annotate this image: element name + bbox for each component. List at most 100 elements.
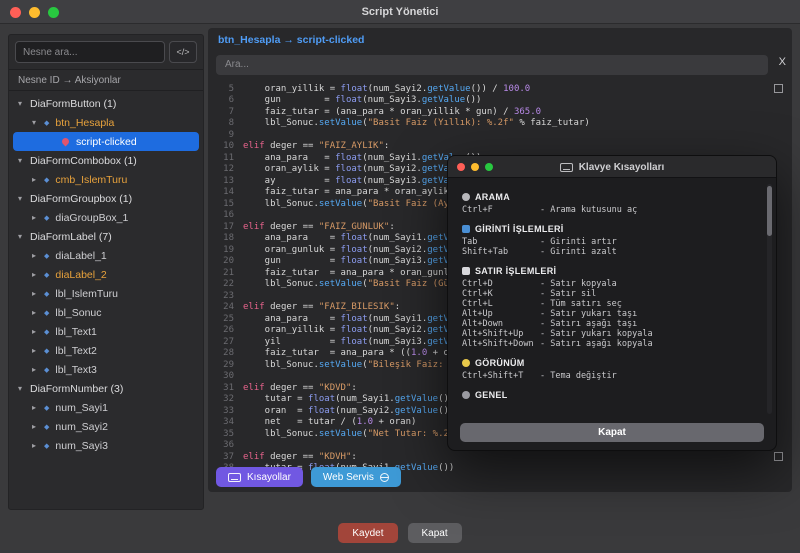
tree-item[interactable]: ▾DiaFormButton (1) [9,94,203,113]
tree-item[interactable]: ▸◆lbl_Text1 [9,322,203,341]
modal-minimize-window-button[interactable] [471,163,479,171]
code-line[interactable]: 5 oran_yillik = float(num_Sayi2.getValue… [216,84,784,96]
tree-item[interactable]: ▸◆diaGroupBox_1 [9,208,203,227]
close-button[interactable]: Kapat [408,523,462,543]
tree-item-label: script-clicked [76,136,137,148]
line-number: 25 [216,314,234,326]
tree-item-label: diaLabel_2 [55,269,106,281]
caret-right-icon[interactable]: ▸ [32,308,44,317]
caret-down-icon[interactable]: ▾ [18,384,30,393]
close-editor-button[interactable]: X [779,56,786,68]
line-number: 7 [216,107,234,119]
shortcut-row: Alt+Shift+Down- Satırı aşağı kopyala [462,339,760,349]
scrollbar-thumb[interactable] [767,186,772,236]
tree-item[interactable]: script-clicked [13,132,199,151]
checkbox-bottom[interactable] [774,452,783,461]
code-line[interactable]: 6 gun = float(num_Sayi3.getValue()) [216,95,784,107]
tree-item[interactable]: ▸◆lbl_IslemTuru [9,284,203,303]
tree-item[interactable]: ▸◆num_Sayi2 [9,417,203,436]
caret-right-icon[interactable]: ▸ [32,403,44,412]
save-button[interactable]: Kaydet [338,523,397,543]
tree-item[interactable]: ▸◆lbl_Sonuc [9,303,203,322]
checkbox-top[interactable] [774,84,783,93]
tree-item[interactable]: ▸◆ diaLabel_2 [9,265,203,284]
tree-item[interactable]: ▸◆lbl_Text2 [9,341,203,360]
shortcut-row: Alt+Shift+Up- Satır yukarı kopyala [462,329,760,339]
caret-right-icon[interactable]: ▸ [32,175,44,184]
line-number: 35 [216,429,234,441]
tree-item[interactable]: ▸◆lbl_Text3 [9,360,203,379]
caret-down-icon[interactable]: ▾ [32,118,44,127]
modal-close-window-button[interactable] [457,163,465,171]
line-number: 17 [216,222,234,234]
shortcut-row: Ctrl+D- Satır kopyala [462,279,760,289]
tree-item-label: num_Sayi1 [55,402,108,414]
zoom-window-button[interactable] [48,7,59,18]
shortcuts-button[interactable]: Kısayollar [216,467,303,487]
tree-item[interactable]: ▾DiaFormLabel (7) [9,227,203,246]
line-number: 33 [216,406,234,418]
code-line[interactable]: 9 [216,130,784,142]
tree-item-label: lbl_Text2 [55,345,96,357]
tree-item[interactable]: ▸◆cmb_IslemTuru [9,170,203,189]
editor-search-row: X [216,54,784,75]
code-line[interactable]: 8 lbl_Sonuc.setValue("Basit Faiz (Yıllık… [216,118,784,130]
caret-down-icon[interactable]: ▾ [18,232,30,241]
tree-item[interactable]: ▾DiaFormGroupbox (1) [9,189,203,208]
web-service-button[interactable]: Web Servis [311,467,401,487]
line-number: 23 [216,291,234,303]
caret-right-icon[interactable]: ▸ [32,251,44,260]
modal-scrollbar[interactable] [767,184,772,414]
sidebar-search-row: </> [9,35,203,69]
modal-zoom-window-button[interactable] [485,163,493,171]
line-number: 37 [216,452,234,464]
shortcut-section-title: GENEL [462,390,760,400]
object-tree-panel: </> Nesne ID → Aksiyonlar ▾DiaFormButton… [8,34,204,510]
shortcut-list: ARAMACtrl+F- Arama kutusunu açGİRİNTİ İŞ… [448,178,776,400]
caret-right-icon[interactable]: ▸ [32,365,44,374]
shortcut-row: Ctrl+Shift+T- Tema değiştir [462,371,760,381]
caret-right-icon[interactable]: ▸ [32,441,44,450]
code-line[interactable]: 7 faiz_tutar = (ana_para * oran_yillik *… [216,107,784,119]
tree-item-label: lbl_Sonuc [55,307,101,319]
caret-right-icon[interactable]: ▸ [32,213,44,222]
caret-down-icon[interactable]: ▾ [18,194,30,203]
tree-item-label: DiaFormLabel (7) [30,231,112,243]
minimize-window-button[interactable] [29,7,40,18]
caret-right-icon[interactable]: ▸ [32,346,44,355]
tree-item[interactable]: ▾◆btn_Hesapla [9,113,203,132]
line-number: 12 [216,164,234,176]
code-search-input[interactable] [216,55,768,75]
line-number: 9 [216,130,234,142]
line-number: 10 [216,141,234,153]
object-icon: ◆ [44,271,49,279]
line-number: 34 [216,417,234,429]
tree-item[interactable]: ▸◆num_Sayi3 [9,436,203,455]
caret-right-icon[interactable]: ▸ [32,327,44,336]
tree-item[interactable]: ▸◆num_Sayi1 [9,398,203,417]
code-line[interactable]: 37elif deger == "KDVH": [216,452,784,464]
object-search-input[interactable] [15,41,165,63]
shortcut-row: Shift+Tab- Girinti azalt [462,247,760,257]
line-number: 29 [216,360,234,372]
modal-window-controls [457,163,493,171]
line-number: 5 [216,84,234,96]
code-line[interactable]: 10elif deger == "FAIZ_AYLIK": [216,141,784,153]
tree-item[interactable]: ▾DiaFormNumber (3) [9,379,203,398]
tree-item[interactable]: ▾DiaFormCombobox (1) [9,151,203,170]
shortcut-section-title: SATIR İŞLEMLERİ [462,266,760,276]
caret-right-icon[interactable]: ▸ [32,289,44,298]
code-view-button[interactable]: </> [169,41,197,63]
caret-right-icon[interactable]: ▸ [32,270,44,279]
web-service-button-label: Web Servis [323,472,374,483]
caret-right-icon[interactable]: ▸ [32,422,44,431]
object-icon: ◆ [44,366,49,374]
line-number: 18 [216,233,234,245]
tree-item[interactable]: ▸◆diaLabel_1 [9,246,203,265]
caret-down-icon[interactable]: ▾ [18,99,30,108]
close-window-button[interactable] [10,7,21,18]
caret-down-icon[interactable]: ▾ [18,156,30,165]
tree-item-label: cmb_IslemTuru [55,174,127,186]
modal-close-button[interactable]: Kapat [460,423,764,442]
general-icon [462,391,470,399]
